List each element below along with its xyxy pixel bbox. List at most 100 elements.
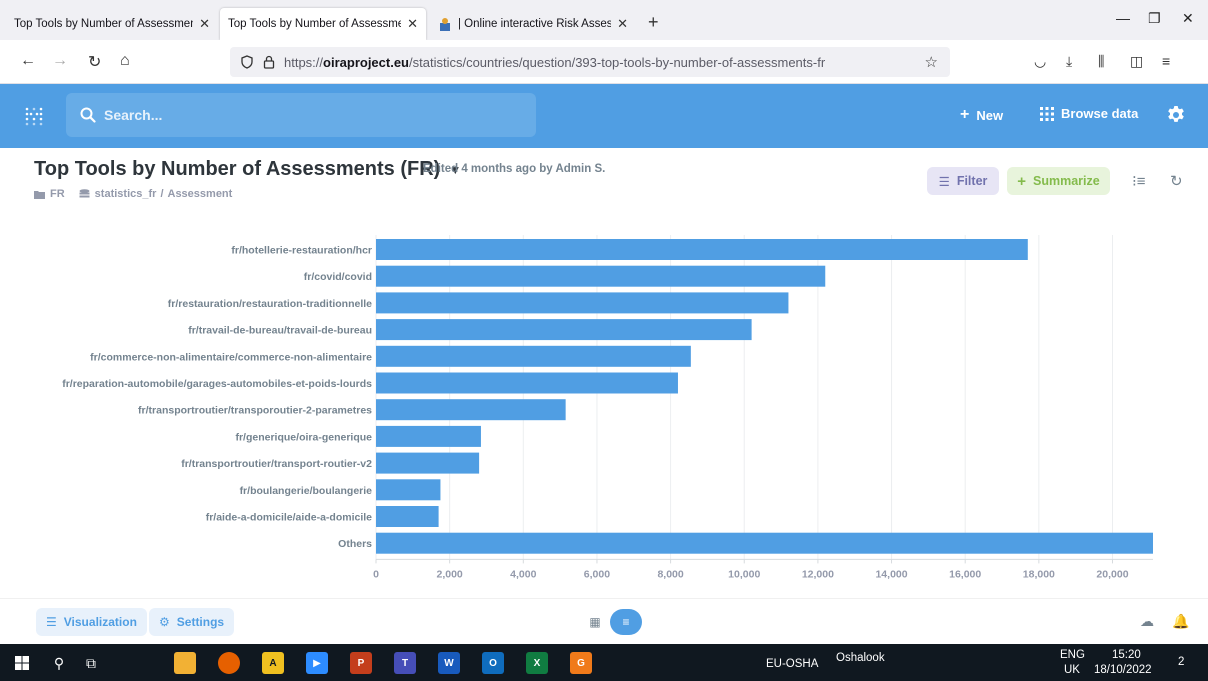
word-icon[interactable]: W [438, 652, 460, 674]
browse-data-button[interactable]: Browse data [1040, 106, 1138, 121]
chart-bar[interactable] [376, 532, 1153, 554]
windows-start-icon[interactable] [15, 656, 29, 670]
summarize-label: Summarize [1033, 174, 1100, 188]
question-title[interactable]: Top Tools by Number of Assessments (FR) … [34, 158, 461, 181]
category-label: Others [338, 538, 372, 550]
new-button[interactable]: + New [960, 106, 1003, 124]
chart-svg: fr/hotellerie-restauration/hcr fr/covid/c… [62, 235, 1153, 580]
lock-app-icon[interactable]: A [262, 652, 284, 674]
x-tick-label: 12,000 [802, 568, 834, 580]
clock-date[interactable]: 18/10/2022 [1094, 664, 1152, 676]
metabase-logo-icon[interactable] [24, 106, 44, 126]
outlook-icon[interactable]: O [482, 652, 504, 674]
summarize-button[interactable]: + Summarize [1007, 167, 1110, 195]
chart-bar[interactable] [376, 292, 789, 314]
chart-view-icon[interactable]: ≡ [610, 609, 642, 635]
settings-label: Settings [176, 615, 225, 629]
app-icon[interactable]: G [570, 652, 592, 674]
chart-bar[interactable] [376, 479, 441, 501]
category-label: fr/travail-de-bureau/travail-de-bureau [188, 325, 372, 337]
close-tab-icon[interactable]: ✕ [407, 16, 418, 32]
browser-tab[interactable]: Top Tools by Number of Assessmen ✕ [6, 8, 218, 40]
filter-button[interactable]: ☰ Filter [927, 167, 999, 195]
visualization-button[interactable]: ☰ Visualization [36, 608, 147, 636]
sidebar-icon[interactable]: ◫ [1130, 53, 1143, 70]
new-tab-button[interactable]: + [648, 12, 659, 33]
tab-title: Top Tools by Number of Assessmen [228, 18, 402, 30]
network-name[interactable]: EU-OSHA [766, 658, 818, 670]
excel-icon[interactable]: X [526, 652, 548, 674]
shield-icon [241, 55, 253, 69]
category-label: fr/covid/covid [304, 271, 372, 283]
page-title: Top Tools by Number of Assessments (FR) [34, 158, 441, 180]
gear-icon[interactable] [1166, 105, 1186, 125]
chart-bar[interactable] [376, 319, 752, 341]
new-label: New [976, 107, 1004, 123]
url-path: /statistics/countries/question/393-top-t… [409, 54, 826, 70]
firefox-icon[interactable] [218, 652, 240, 674]
file-explorer-icon[interactable] [174, 652, 196, 674]
refresh-icon[interactable]: ↻ [1170, 172, 1183, 190]
zoom-icon[interactable]: ▶ [306, 652, 328, 674]
url-domain: oiraproject.eu [323, 54, 409, 70]
menu-icon[interactable]: ≡ [1162, 53, 1170, 69]
bar-chart-icon: ☰ [46, 615, 57, 629]
breadcrumb-separator: / [160, 188, 164, 200]
breadcrumb-collection[interactable]: FR [50, 188, 65, 200]
teams-icon[interactable]: T [394, 652, 416, 674]
chart-bar[interactable] [376, 345, 691, 367]
browser-tab-active[interactable]: Top Tools by Number of Assessmen ✕ [220, 8, 426, 40]
close-tab-icon[interactable]: ✕ [617, 16, 628, 32]
reload-icon[interactable]: ↻ [88, 52, 101, 72]
x-tick-label: 16,000 [949, 568, 981, 580]
download-icon[interactable]: ⤓ [1066, 53, 1072, 70]
bell-icon[interactable]: 🔔 [1172, 613, 1189, 630]
browser-navbar: ← → ↻ ⌂ https://oiraproject.eu/statistic… [0, 40, 1208, 84]
language-region[interactable]: UK [1064, 664, 1080, 676]
category-label: fr/transportroutier/transport-routier-v2 [181, 458, 372, 470]
browse-data-label: Browse data [1061, 106, 1139, 121]
chart-bar[interactable] [376, 425, 481, 447]
restore-icon[interactable]: ❐ [1148, 10, 1161, 27]
chart-bar[interactable] [376, 506, 439, 527]
forward-icon[interactable]: → [52, 52, 68, 70]
x-tick-label: 8,000 [657, 568, 683, 580]
tab-title: Top Tools by Number of Assessmen [14, 18, 194, 30]
back-icon[interactable]: ← [20, 52, 36, 70]
list-icon[interactable]: ⁝≡ [1132, 172, 1146, 190]
minimize-icon[interactable]: — [1116, 10, 1130, 26]
chart-bar[interactable] [376, 452, 480, 474]
search-icon[interactable]: ⚲ [48, 652, 70, 674]
pocket-icon[interactable]: ◡ [1034, 53, 1046, 70]
settings-button[interactable]: ⚙ Settings [149, 608, 235, 636]
chart-bar[interactable] [376, 372, 678, 394]
download-cloud-icon[interactable]: ☁ [1140, 613, 1154, 630]
last-edited-info[interactable]: Edited 4 months ago by Admin S. [423, 163, 605, 175]
chart-bar[interactable] [376, 399, 566, 421]
breadcrumb-table[interactable]: Assessment [168, 188, 233, 200]
notification-count[interactable]: 2 [1178, 656, 1184, 668]
clock-time[interactable]: 15:20 [1112, 649, 1141, 661]
plus-icon: + [1017, 172, 1027, 190]
app-header: Search... + New Browse data [0, 84, 1208, 148]
table-view-icon[interactable]: ▦ [580, 609, 610, 635]
close-tab-icon[interactable]: ✕ [199, 16, 210, 32]
view-toggle: ▦ ≡ [580, 607, 648, 637]
powerpoint-icon[interactable]: P [350, 652, 372, 674]
oira-favicon-icon [438, 17, 452, 31]
bookmark-star-icon[interactable]: ☆ [925, 53, 938, 71]
plus-icon: + [960, 106, 970, 123]
filter-label: Filter [956, 174, 988, 188]
chart-bar[interactable] [376, 239, 1028, 260]
breadcrumb-database[interactable]: statistics_fr [95, 188, 157, 200]
close-window-icon[interactable]: ✕ [1182, 10, 1194, 27]
language-code[interactable]: ENG [1060, 649, 1085, 661]
url-bar[interactable]: https://oiraproject.eu/statistics/countr… [230, 47, 950, 77]
browser-tab[interactable]: | Online interactive Risk Assessm ✕ [430, 8, 636, 40]
library-icon[interactable]: ⫼ [1098, 53, 1104, 70]
search-bar[interactable]: Search... [66, 93, 536, 137]
task-view-icon[interactable]: ⧉ [80, 652, 102, 674]
chart-bar[interactable] [376, 265, 826, 287]
home-icon[interactable]: ⌂ [120, 52, 130, 70]
oshalook-label[interactable]: Oshalook [836, 652, 885, 664]
